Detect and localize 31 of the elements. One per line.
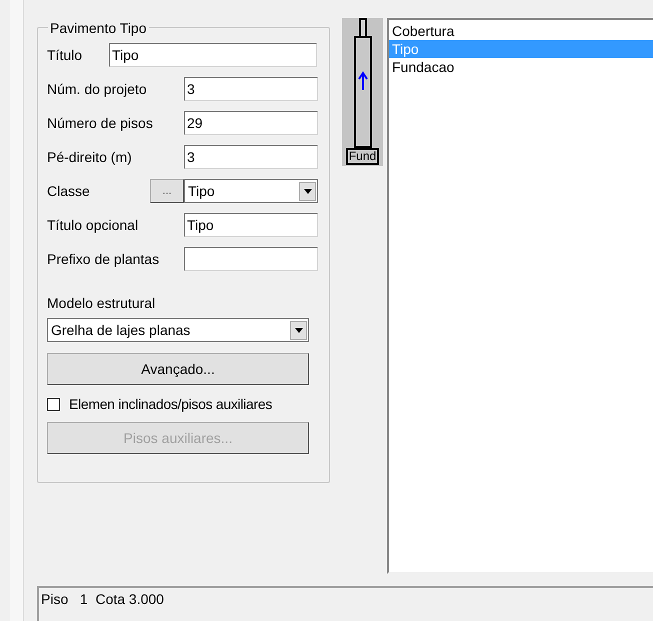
text-field[interactable]: 29 bbox=[184, 111, 318, 135]
text-field[interactable]: 3 bbox=[184, 145, 318, 169]
floor-list[interactable]: Cobertura Tipo Fundacao bbox=[387, 18, 653, 574]
field-label: Núm. do projeto bbox=[47, 80, 148, 99]
section-label: Modelo estrutural bbox=[47, 294, 156, 313]
field-label: Título opcional bbox=[47, 216, 140, 235]
model-dropdown[interactable]: Grelha de lajes planas bbox=[47, 318, 309, 342]
field-label: Classe bbox=[47, 182, 91, 200]
browse-button[interactable]: ... bbox=[150, 179, 184, 203]
dropdown-value: Grelha de lajes planas bbox=[51, 320, 190, 340]
text-field[interactable]: Tipo bbox=[109, 43, 317, 67]
action-button[interactable]: Avançado... bbox=[47, 353, 309, 385]
field-label: Pé-direito (m) bbox=[47, 148, 133, 167]
caret-icon bbox=[294, 328, 302, 332]
text-field[interactable]: Tipo bbox=[184, 213, 318, 237]
building-label: Fund bbox=[346, 148, 380, 165]
list-item[interactable]: Cobertura bbox=[389, 22, 653, 40]
checkbox[interactable] bbox=[47, 398, 60, 410]
dropdown-button[interactable] bbox=[299, 182, 316, 200]
field-label: Número de pisos bbox=[47, 114, 154, 133]
text-field[interactable] bbox=[184, 247, 318, 271]
caret-icon bbox=[304, 188, 312, 194]
status-text: Piso 1 Cota 3.000 bbox=[41, 591, 164, 607]
checkbox-label: Elemen inclinados/pisos auxiliares bbox=[69, 394, 272, 414]
field-label: Título bbox=[47, 46, 84, 64]
list-item[interactable]: Fundacao bbox=[389, 58, 653, 76]
dropdown-button[interactable] bbox=[290, 320, 307, 340]
text-field[interactable]: 3 bbox=[184, 77, 318, 101]
dropdown-value: Tipo bbox=[188, 182, 215, 201]
field-label: Prefixo de plantas bbox=[47, 250, 160, 269]
class-dropdown[interactable]: Tipo bbox=[184, 179, 318, 203]
